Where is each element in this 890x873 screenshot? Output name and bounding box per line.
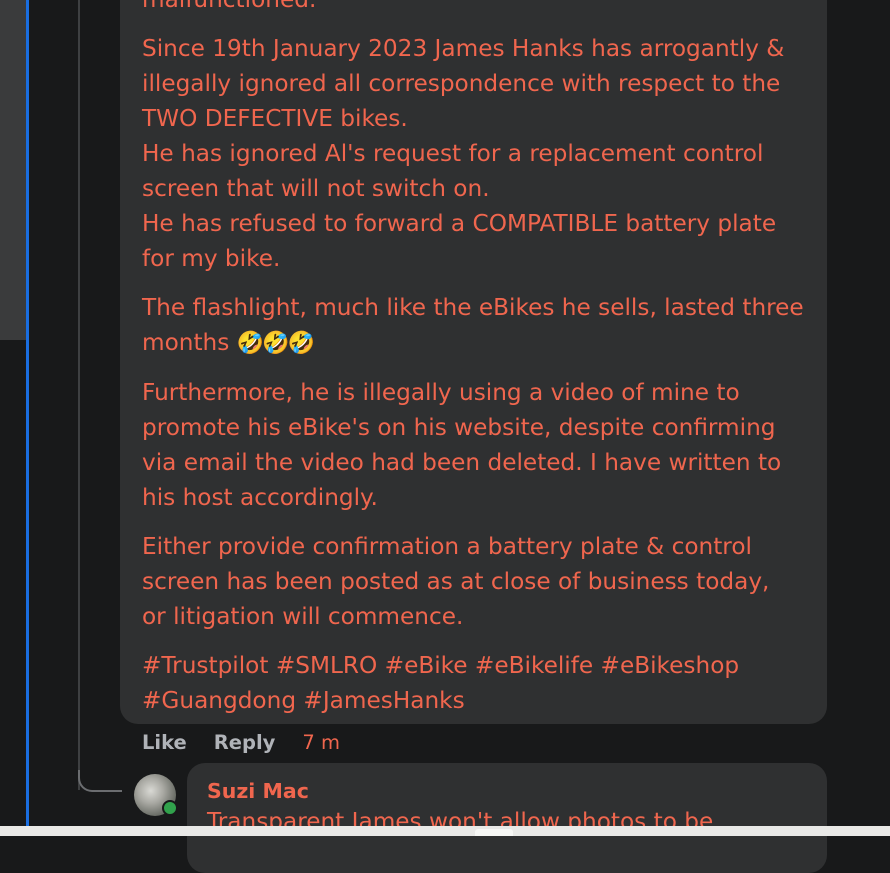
taskbar-strip (0, 826, 890, 836)
comment-line: for my bike. (142, 245, 281, 272)
online-status-icon (162, 800, 178, 816)
like-button[interactable]: Like (142, 731, 187, 754)
reply-thread-connector (78, 770, 122, 792)
left-panel (0, 0, 27, 340)
comment-actions: Like Reply 7 m (142, 728, 340, 756)
comment-line: He has refused to forward a COMPATIBLE b… (142, 210, 777, 237)
taskbar-tab (475, 829, 513, 836)
comment-line: malfunctioned. (142, 0, 805, 17)
reply-bubble: Suzi Mac Transparent James won't allow p… (187, 763, 827, 873)
comment-line: Furthermore, he is illegally using a vid… (142, 379, 740, 406)
comment-line: months 🤣🤣🤣 (142, 325, 805, 361)
comment-line: screen that will not switch on. (142, 175, 490, 202)
comment-paragraph: malfunctioned. (142, 0, 805, 17)
comment-paragraph: Furthermore, he is illegally using a vid… (142, 375, 805, 515)
comment-line: illegally ignored all correspondence wit… (142, 70, 781, 97)
comment-line: via email the video had been deleted. I … (142, 449, 782, 476)
comment-line: promote his eBike's on his website, desp… (142, 414, 776, 441)
reply-author[interactable]: Suzi Mac (207, 777, 807, 805)
comment-body: malfunctioned. Since 19th January 2023 J… (142, 0, 805, 718)
comment-bubble: malfunctioned. Since 19th January 2023 J… (120, 0, 827, 724)
comment-line: or litigation will commence. (142, 603, 464, 630)
comment-line: TWO DEFECTIVE bikes. (142, 105, 408, 132)
comment-line-text: months (142, 329, 230, 356)
hashtag-line[interactable]: #Guangdong #JamesHanks (142, 683, 805, 718)
comment-line: his host accordingly. (142, 484, 378, 511)
comment-timestamp[interactable]: 7 m (302, 731, 340, 754)
comment-line: Since 19th January 2023 James Hanks has … (142, 35, 785, 62)
comment-line: Either provide confirmation a battery pl… (142, 533, 752, 560)
comment-line: He has ignored Al's request for a replac… (142, 140, 764, 167)
comment-paragraph: Since 19th January 2023 James Hanks has … (142, 31, 805, 276)
comment-paragraph: The flashlight, much like the eBikes he … (142, 290, 805, 361)
hashtags[interactable]: #Trustpilot #SMLRO #eBike #eBikelife #eB… (142, 648, 805, 718)
reply-button[interactable]: Reply (214, 731, 276, 754)
left-rail-divider (26, 0, 29, 836)
comment-line: The flashlight, much like the eBikes he … (142, 294, 804, 321)
hashtag-line[interactable]: #Trustpilot #SMLRO #eBike #eBikelife #eB… (142, 648, 805, 683)
thread-line (78, 0, 80, 790)
rolling-laughing-emoji-icon: 🤣🤣🤣 (236, 331, 315, 356)
comment-line: screen has been posted as at close of bu… (142, 568, 770, 595)
comment-paragraph: Either provide confirmation a battery pl… (142, 529, 805, 634)
